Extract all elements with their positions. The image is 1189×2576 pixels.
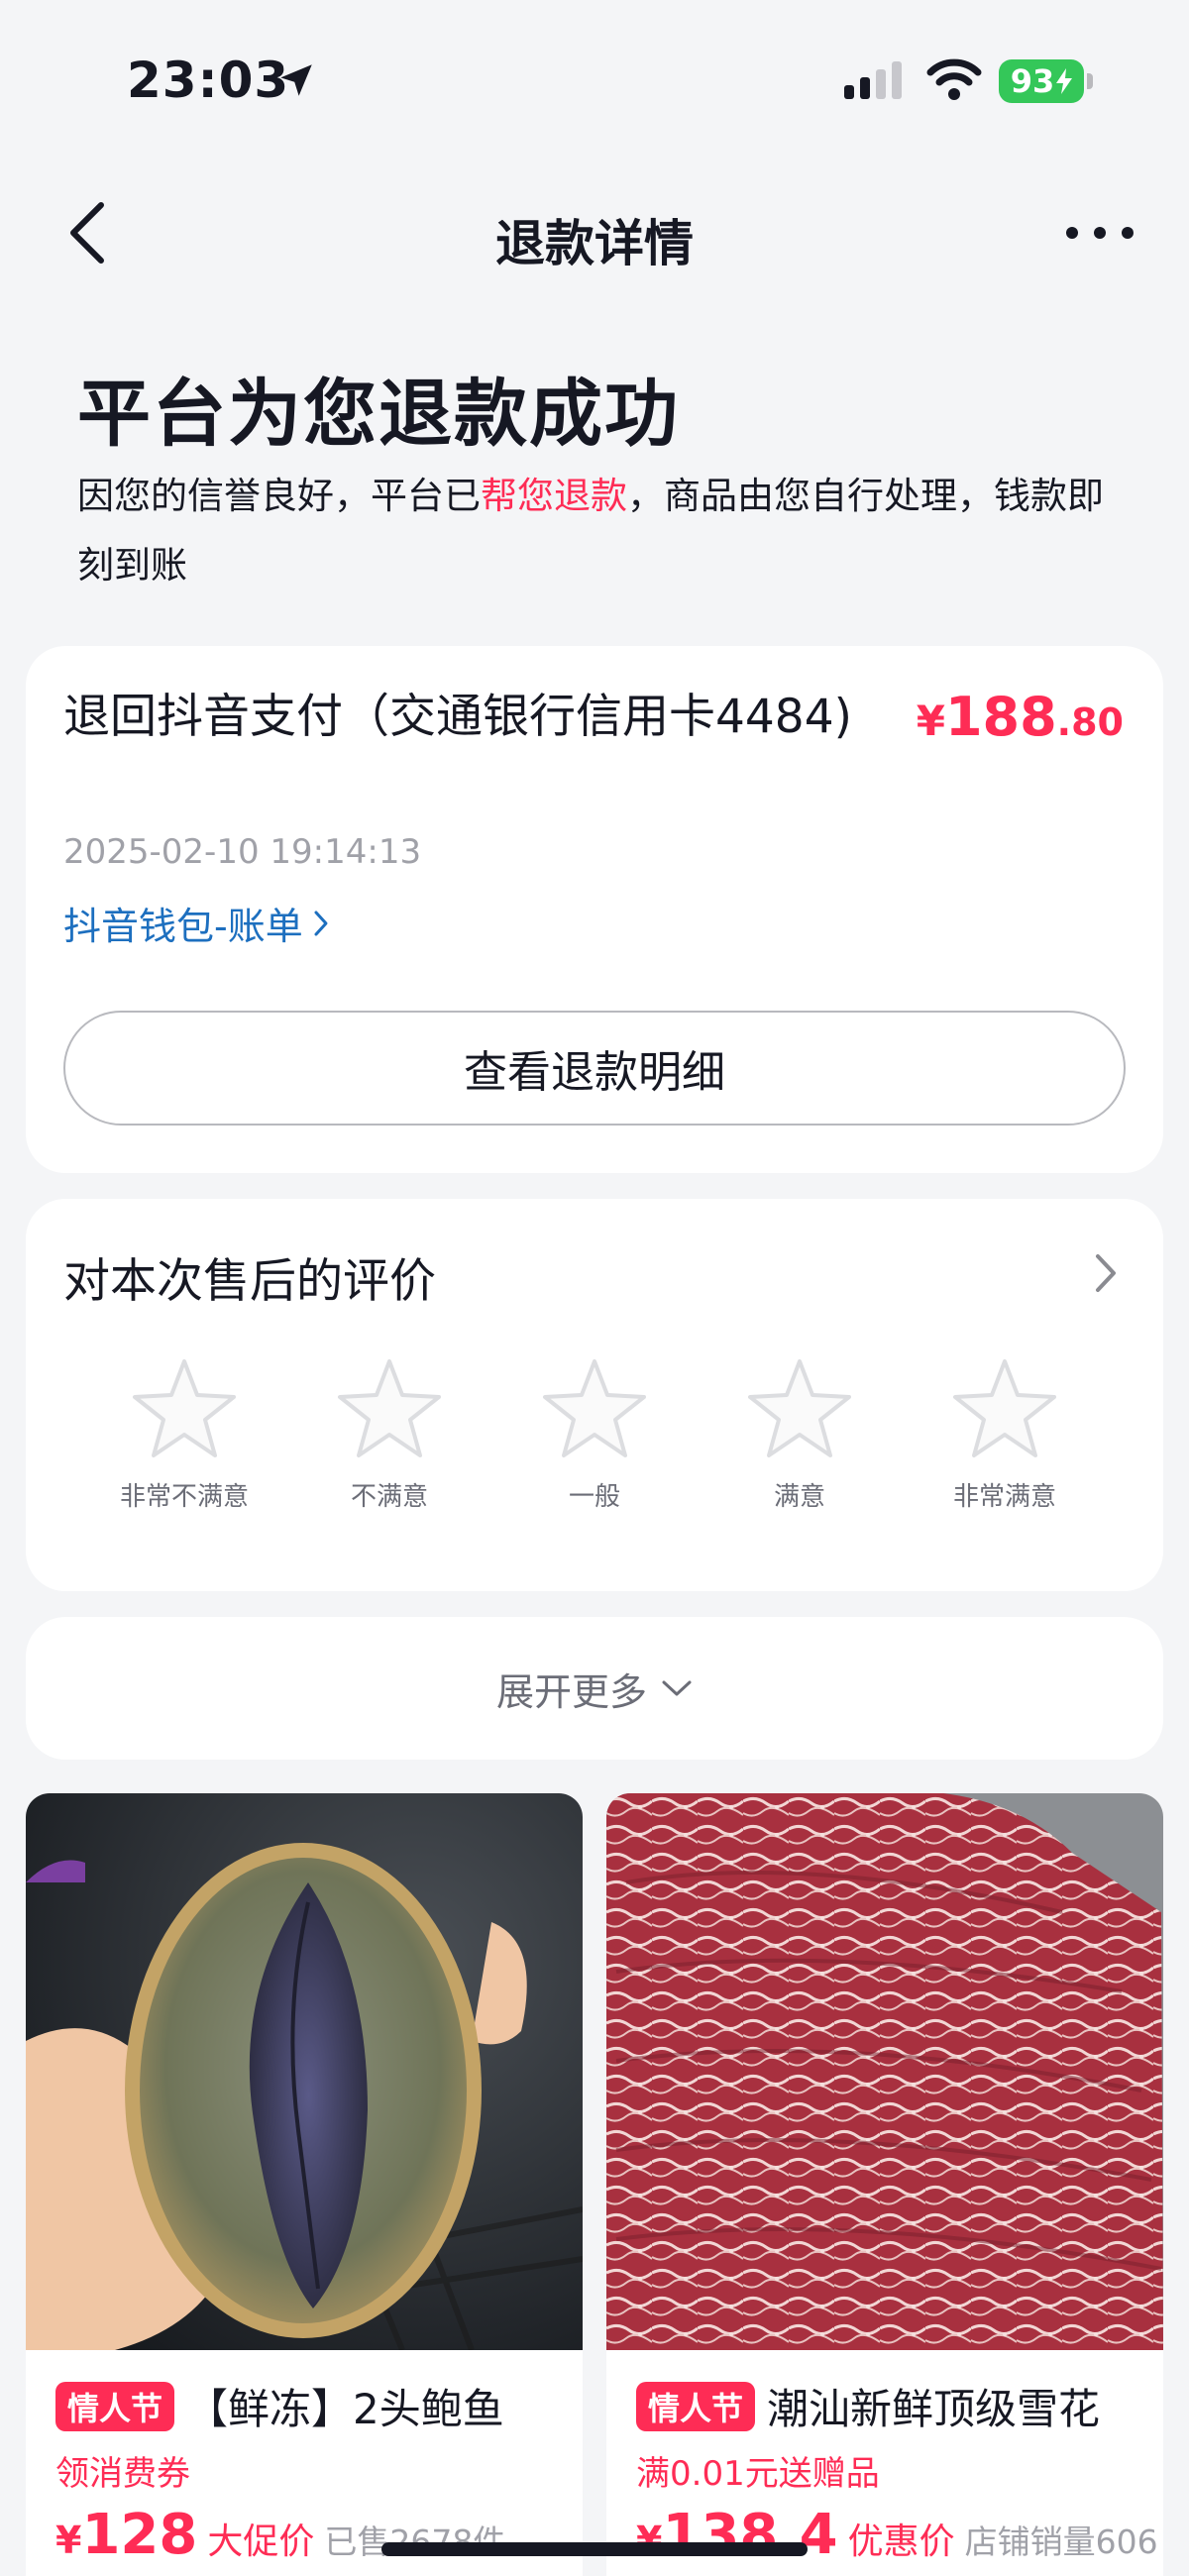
product-title: 潮汕新鲜顶级雪花 — [767, 2385, 1101, 2433]
beef-photo — [606, 1793, 1163, 2350]
wallet-bill-link[interactable]: 抖音钱包-账单 — [63, 896, 329, 950]
star-icon — [338, 1359, 441, 1457]
expand-more-label: 展开更多 — [495, 1669, 647, 1714]
product-title-row: 情人节 【鲜冻】2头鲍鱼 — [55, 2376, 553, 2436]
status-bar: 23:03 93 — [0, 0, 1189, 149]
product-card[interactable]: 情人节 【鲜冻】2头鲍鱼 领消费券 ¥128 大促价 已售2678件 — [26, 1793, 583, 2576]
rating-option-neutral[interactable]: 一般 — [495, 1357, 694, 1513]
refund-amount: ¥188.80 — [917, 686, 1124, 748]
refund-info-card: 退回抖音支付（交通银行信用卡4484) ¥188.80 2025-02-10 1… — [26, 646, 1163, 1173]
star-icon — [133, 1359, 236, 1457]
product-price: ¥138.4 — [636, 2503, 838, 2567]
product-promo: 满0.01元送赠品 — [636, 2454, 880, 2494]
valentine-tag: 情人节 — [636, 2381, 756, 2431]
battery-tip — [1087, 73, 1093, 89]
price-tag: 大促价 — [207, 2522, 315, 2562]
rating-stars: 非常不满意 不满意 一般 满意 非常满意 — [85, 1357, 1104, 1513]
refund-timestamp: 2025-02-10 19:14:13 — [63, 832, 422, 872]
desc-text: 因您的信誉良好，平台已 — [77, 475, 481, 517]
product-image-beef[interactable] — [606, 1793, 1163, 2350]
more-options-button[interactable] — [1060, 208, 1139, 258]
valentine-tag: 情人节 — [55, 2381, 175, 2431]
price-tag: 优惠价 — [847, 2522, 955, 2562]
battery-indicator: 93 — [999, 59, 1084, 103]
star-icon — [953, 1359, 1056, 1457]
product-price-row: ¥138.4 优惠价 店铺销量606 — [636, 2503, 1158, 2567]
rating-label: 满意 — [773, 1482, 825, 1512]
price-value: 128 — [81, 2503, 198, 2567]
location-arrow-icon — [280, 64, 312, 96]
product-info: 情人节 【鲜冻】2头鲍鱼 领消费券 ¥128 大促价 已售2678件 — [26, 2350, 583, 2567]
wifi-icon — [926, 58, 982, 100]
price-value: 138.4 — [662, 2503, 838, 2567]
star-icon — [748, 1359, 851, 1457]
wallet-link-label: 抖音钱包-账单 — [63, 905, 303, 948]
currency-symbol: ¥ — [916, 697, 945, 745]
chevron-right-icon[interactable] — [1086, 1248, 1126, 1298]
expand-more-button[interactable]: 展开更多 — [26, 1617, 1163, 1760]
nav-bar: 退款详情 — [0, 178, 1189, 287]
refund-success-description: 因您的信誉良好，平台已帮您退款，商品由您自行处理，钱款即刻到账 — [77, 462, 1128, 600]
abalone-photo — [26, 1793, 583, 2350]
chevron-down-icon — [662, 1680, 692, 1696]
product-price: ¥128 — [55, 2503, 197, 2567]
battery-level: 93 — [1010, 62, 1055, 100]
star-icon — [543, 1359, 646, 1457]
rating-option-dissatisfied[interactable]: 不满意 — [290, 1357, 488, 1513]
rating-option-very-satisfied[interactable]: 非常满意 — [906, 1357, 1104, 1513]
view-refund-detail-button[interactable]: 查看退款明细 — [63, 1011, 1126, 1126]
charging-bolt-icon — [1056, 68, 1073, 94]
product-promo: 领消费券 — [55, 2454, 190, 2494]
chevron-right-icon — [314, 911, 328, 935]
refund-success-title: 平台为您退款成功 — [77, 372, 680, 457]
product-info: 情人节 潮汕新鲜顶级雪花 满0.01元送赠品 ¥138.4 优惠价 店铺销量60… — [606, 2350, 1163, 2567]
product-price-row: ¥128 大促价 已售2678件 — [55, 2503, 553, 2567]
rating-label: 一般 — [568, 1482, 620, 1512]
product-title: 【鲜冻】2头鲍鱼 — [186, 2385, 504, 2433]
product-title-row: 情人节 潮汕新鲜顶级雪花 — [636, 2376, 1134, 2436]
more-dot-icon — [1094, 227, 1106, 239]
rating-label: 不满意 — [350, 1482, 428, 1512]
status-time: 23:03 — [127, 52, 290, 109]
refund-method: 退回抖音支付（交通银行信用卡4484) — [63, 690, 852, 744]
rating-label: 非常不满意 — [119, 1482, 249, 1512]
amount-integer: 188 — [944, 686, 1057, 748]
more-dot-icon — [1066, 227, 1078, 239]
product-card[interactable]: 情人节 潮汕新鲜顶级雪花 满0.01元送赠品 ¥138.4 优惠价 店铺销量60… — [606, 1793, 1163, 2576]
rating-title: 对本次售后的评价 — [63, 1254, 436, 1309]
page-title: 退款详情 — [495, 215, 694, 272]
amount-decimal: .80 — [1056, 700, 1124, 744]
rating-label: 非常满意 — [952, 1482, 1056, 1512]
home-indicator[interactable] — [381, 2542, 808, 2556]
desc-highlight: 帮您退款 — [481, 475, 627, 517]
after-sales-rating-card: 对本次售后的评价 非常不满意 不满意 一般 满意 非常满意 — [26, 1199, 1163, 1591]
cellular-signal-icon — [844, 61, 902, 99]
sold-count: 店铺销量606 — [964, 2522, 1158, 2561]
product-image-abalone[interactable] — [26, 1793, 583, 2350]
rating-option-satisfied[interactable]: 满意 — [701, 1357, 899, 1513]
more-dot-icon — [1122, 227, 1134, 239]
currency-symbol: ¥ — [55, 2519, 82, 2562]
rating-option-very-dissatisfied[interactable]: 非常不满意 — [85, 1357, 283, 1513]
